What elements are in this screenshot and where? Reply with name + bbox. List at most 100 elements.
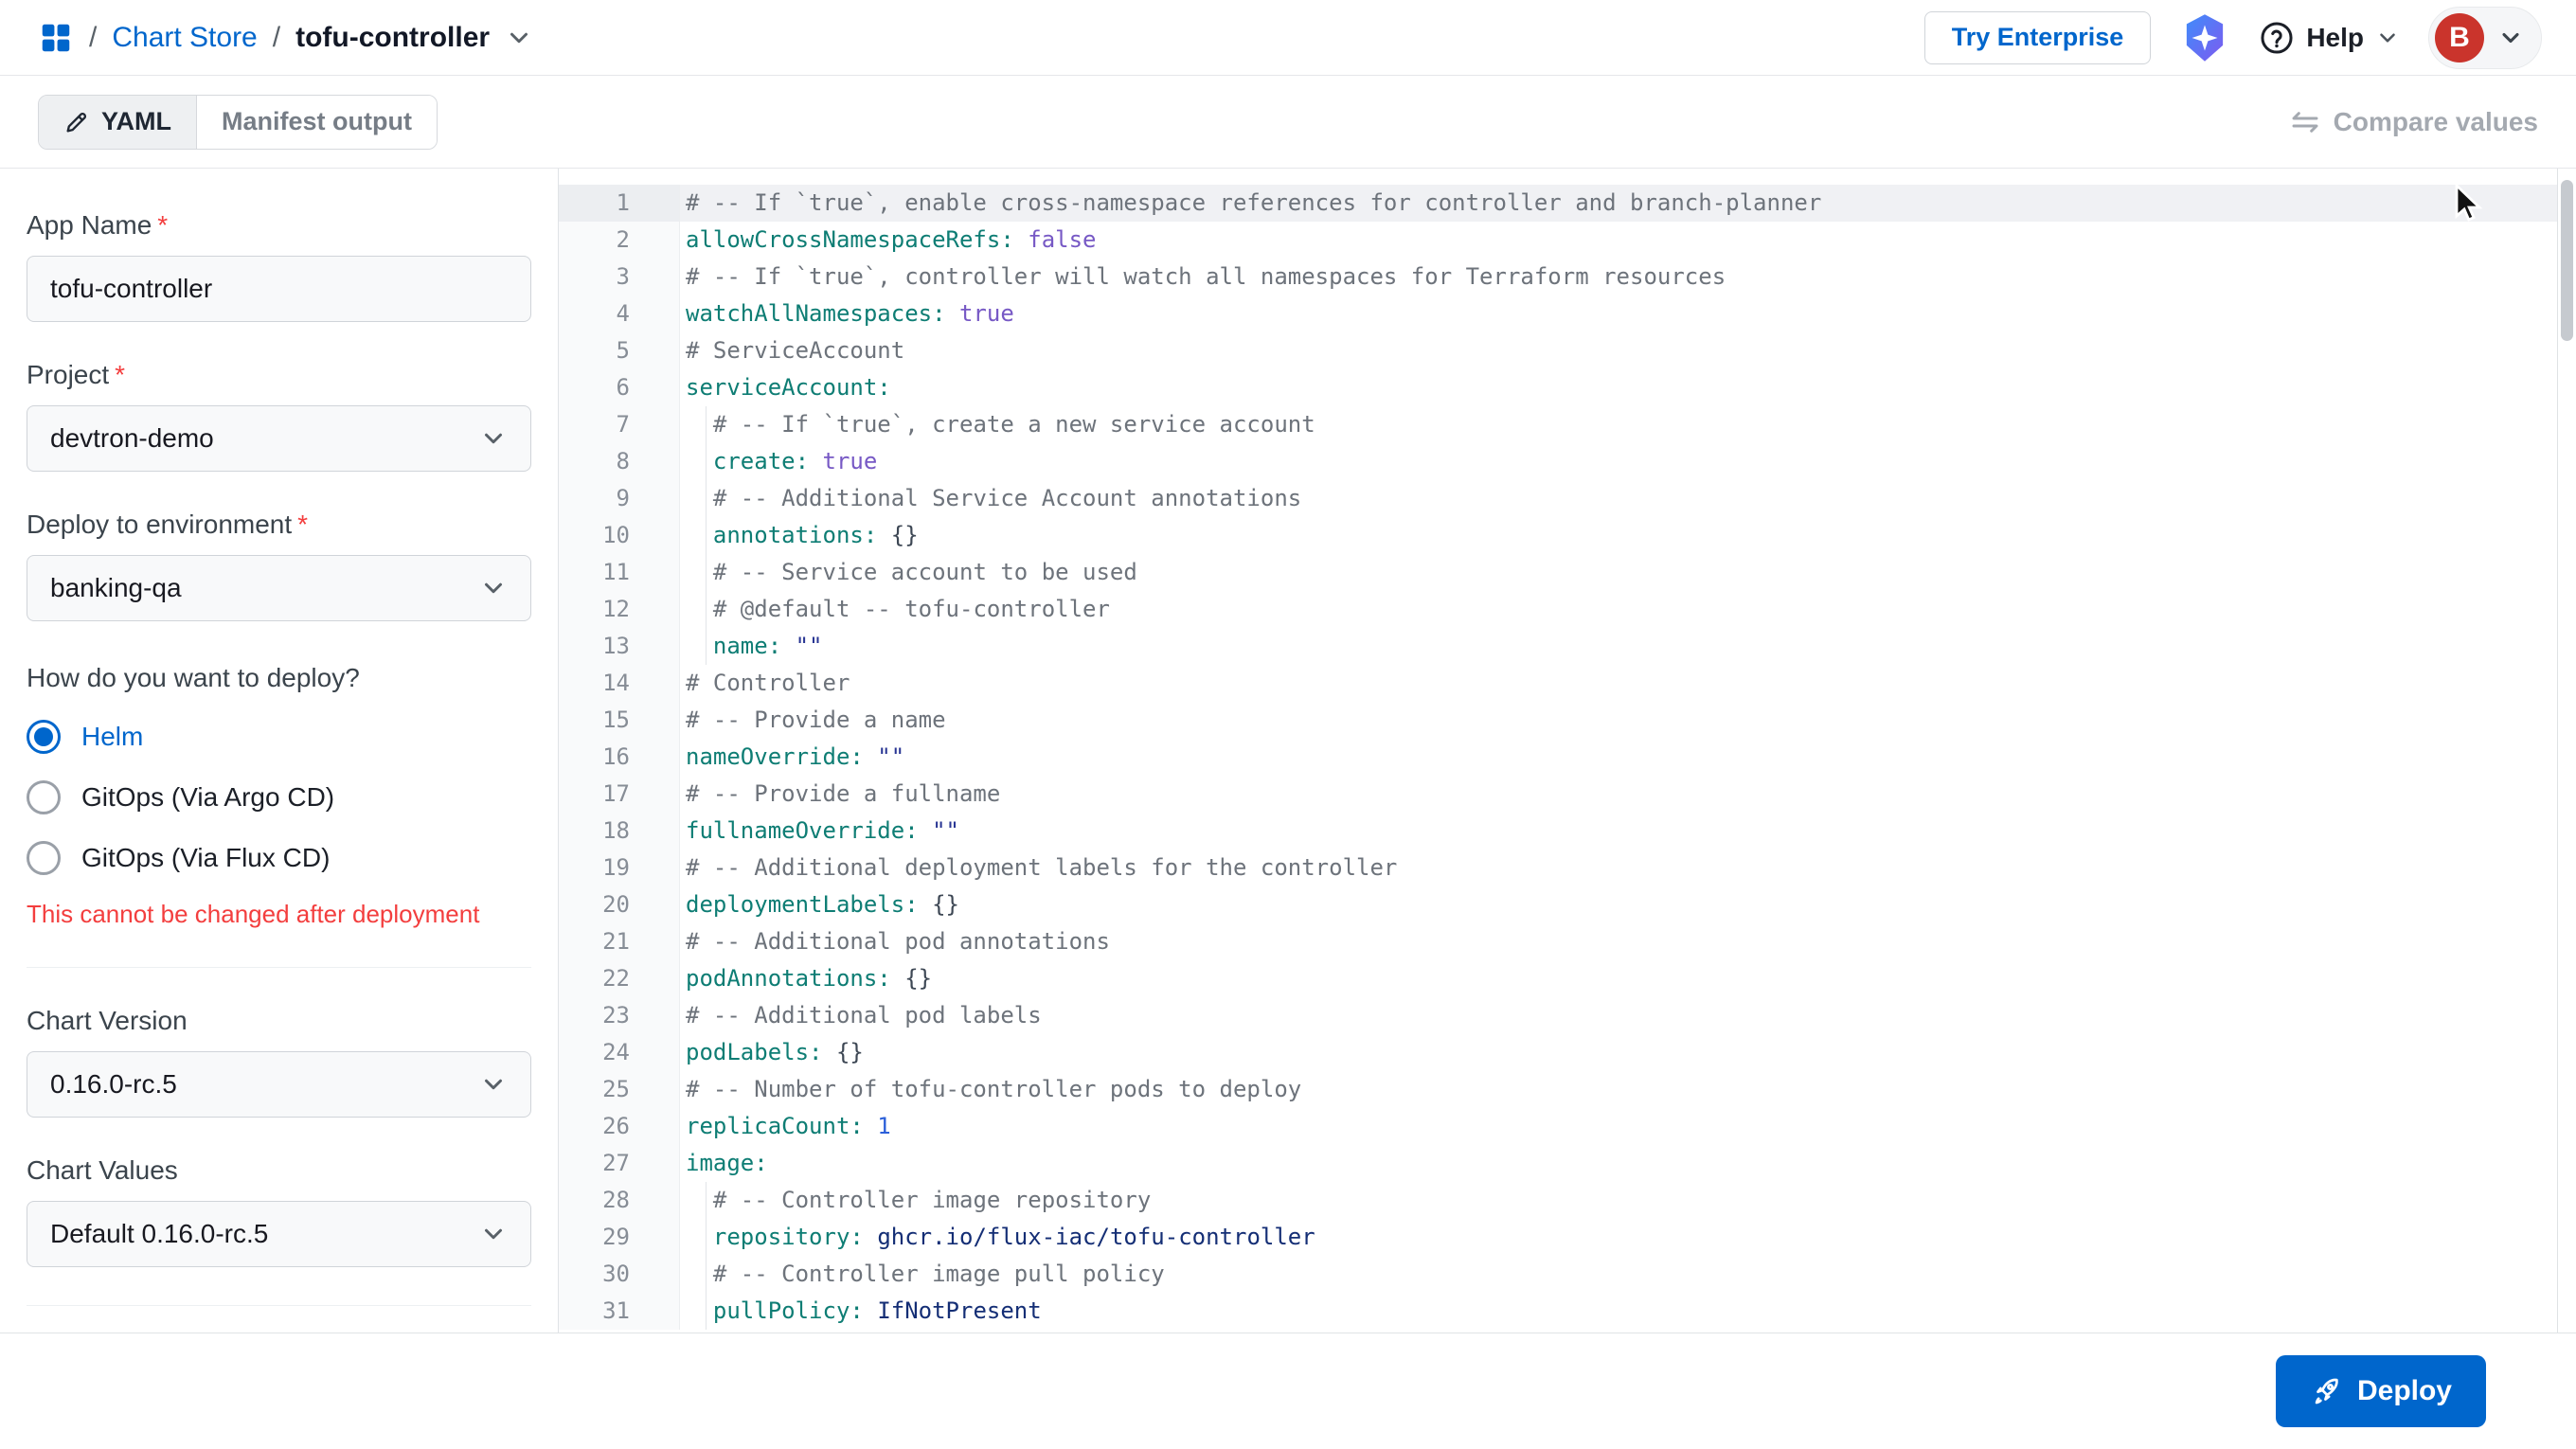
code-text: # -- Provide a name	[686, 707, 946, 733]
required-mark: *	[157, 210, 169, 240]
help-label: Help	[2306, 22, 2364, 52]
environment-select[interactable]: banking-qa	[27, 555, 531, 621]
deploy-button[interactable]: Deploy	[2275, 1355, 2486, 1427]
app-window: / Chart Store / tofu-controller Try Ente…	[0, 0, 2576, 1449]
code-text: image:	[686, 1150, 768, 1176]
code-text: # -- Additional Service Account annotati…	[680, 480, 2557, 517]
project-select[interactable]: devtron-demo	[27, 405, 531, 472]
app-name-label: App Name	[27, 210, 152, 240]
avatar: B	[2435, 12, 2484, 63]
code-line[interactable]: 4 watchAllNamespaces: true	[559, 295, 2557, 332]
line-number: 18	[559, 813, 680, 850]
radio-icon	[27, 720, 61, 754]
indent-guide	[706, 517, 707, 554]
code-text: # Controller	[686, 670, 850, 696]
tab-yaml[interactable]: YAML	[39, 95, 198, 149]
code-line[interactable]: 13 name: ""	[559, 628, 2557, 665]
code-line[interactable]: 22 podAnnotations: {}	[559, 960, 2557, 997]
code-text: repository: ghcr.io/flux-iac/tofu-contro…	[680, 1219, 2557, 1256]
tab-manifest-label: Manifest output	[222, 107, 412, 135]
code-line[interactable]: 6 serviceAccount:	[559, 369, 2557, 406]
ai-sparkle-icon[interactable]	[2179, 12, 2230, 63]
line-number: 4	[559, 295, 680, 332]
indent-guide	[706, 628, 707, 665]
code-text: annotations: {}	[680, 517, 2557, 554]
chevron-down-icon	[485, 582, 502, 594]
compare-values-button[interactable]: Compare values	[2290, 107, 2538, 137]
code-line[interactable]: 16 nameOverride: ""	[559, 739, 2557, 776]
code-line[interactable]: 2 allowCrossNamespaceRefs: false	[559, 222, 2557, 259]
code-line[interactable]: 23 # -- Additional pod labels	[559, 997, 2557, 1034]
code-line[interactable]: 29 repository: ghcr.io/flux-iac/tofu-con…	[559, 1219, 2557, 1256]
code-line[interactable]: 15 # -- Provide a name	[559, 702, 2557, 739]
user-menu[interactable]: B	[2428, 6, 2542, 69]
app-name-input[interactable]	[50, 274, 508, 304]
code-text: # -- Provide a fullname	[686, 780, 1001, 807]
line-number: 11	[559, 554, 680, 591]
code-line[interactable]: 25 # -- Number of tofu-controller pods to…	[559, 1071, 2557, 1108]
code-line[interactable]: 27 image:	[559, 1145, 2557, 1182]
code-text: serviceAccount:	[686, 374, 891, 401]
page-scrollbar	[2557, 169, 2576, 1333]
try-enterprise-button[interactable]: Try Enterprise	[1923, 10, 2152, 64]
code-line[interactable]: 20 deploymentLabels: {}	[559, 886, 2557, 923]
breadcrumb-app-name: tofu-controller	[295, 21, 491, 53]
chevron-down-icon	[485, 1079, 502, 1090]
line-number: 30	[559, 1256, 680, 1293]
code-text: # -- Number of tofu-controller pods to d…	[686, 1076, 1302, 1102]
radio-icon	[27, 780, 61, 814]
code-line[interactable]: 24 podLabels: {}	[559, 1034, 2557, 1071]
indent-guide	[706, 591, 707, 628]
code-line[interactable]: 3 # -- If `true`, controller will watch a…	[559, 259, 2557, 295]
breadcrumb-chart-store-link[interactable]: Chart Store	[112, 22, 257, 54]
code-line[interactable]: 21 # -- Additional pod annotations	[559, 923, 2557, 960]
help-menu[interactable]: Help	[2259, 20, 2400, 56]
radio-option-gitops-flux[interactable]: GitOps (Via Flux CD)	[27, 841, 531, 875]
line-number: 8	[559, 443, 680, 480]
scrollbar-thumb[interactable]	[2561, 180, 2573, 341]
line-number: 1	[559, 185, 680, 222]
code-line[interactable]: 10 annotations: {}	[559, 517, 2557, 554]
code-text: create: true	[680, 443, 2557, 480]
tab-manifest-output[interactable]: Manifest output	[197, 95, 437, 149]
code-line[interactable]: 14 # Controller	[559, 665, 2557, 702]
code-line[interactable]: 18 fullnameOverride: ""	[559, 813, 2557, 850]
code-line[interactable]: 7 # -- If `true`, create a new service a…	[559, 406, 2557, 443]
code-text: podAnnotations: {}	[686, 965, 933, 992]
line-number: 14	[559, 665, 680, 702]
chart-values-select[interactable]: Default 0.16.0-rc.5	[27, 1201, 531, 1267]
code-text: # -- Additional deployment labels for th…	[686, 854, 1398, 881]
radio-option-helm[interactable]: Helm	[27, 720, 531, 754]
code-line[interactable]: 26 replicaCount: 1	[559, 1108, 2557, 1145]
required-mark: *	[115, 360, 126, 389]
code-line[interactable]: 11 # -- Service account to be used	[559, 554, 2557, 591]
deploy-method-question: How do you want to deploy?	[27, 663, 360, 692]
editor-lines: 1 # -- If `true`, enable cross-namespace …	[559, 185, 2557, 1330]
code-line[interactable]: 28 # -- Controller image repository	[559, 1182, 2557, 1219]
code-line[interactable]: 19 # -- Additional deployment labels for …	[559, 850, 2557, 886]
breadcrumb: / Chart Store / tofu-controller	[38, 20, 533, 56]
apps-grid-icon[interactable]	[38, 20, 74, 56]
code-line[interactable]: 31 pullPolicy: IfNotPresent	[559, 1293, 2557, 1330]
breadcrumb-separator: /	[89, 21, 98, 53]
indent-guide	[706, 1182, 707, 1219]
chart-version-field: Chart Version 0.16.0-rc.5	[27, 1006, 531, 1118]
radio-option-gitops-argo[interactable]: GitOps (Via Argo CD)	[27, 780, 531, 814]
pencil-icon	[63, 109, 90, 135]
yaml-code-editor[interactable]: 1 # -- If `true`, enable cross-namespace …	[559, 169, 2557, 1333]
code-line[interactable]: 12 # @default -- tofu-controller	[559, 591, 2557, 628]
code-line[interactable]: 8 create: true	[559, 443, 2557, 480]
code-text: allowCrossNamespaceRefs: false	[686, 226, 1097, 253]
code-line[interactable]: 9 # -- Additional Service Account annota…	[559, 480, 2557, 517]
rocket-icon	[2310, 1375, 2342, 1407]
code-line[interactable]: 17 # -- Provide a fullname	[559, 776, 2557, 813]
code-line[interactable]: 1 # -- If `true`, enable cross-namespace …	[559, 185, 2557, 222]
chart-version-select[interactable]: 0.16.0-rc.5	[27, 1051, 531, 1118]
code-text: name: ""	[680, 628, 2557, 665]
code-line[interactable]: 5 # ServiceAccount	[559, 332, 2557, 369]
line-number: 27	[559, 1145, 680, 1182]
line-number: 6	[559, 369, 680, 406]
chevron-down-icon[interactable]	[505, 24, 533, 52]
indent-guide	[706, 406, 707, 443]
code-line[interactable]: 30 # -- Controller image pull policy	[559, 1256, 2557, 1293]
